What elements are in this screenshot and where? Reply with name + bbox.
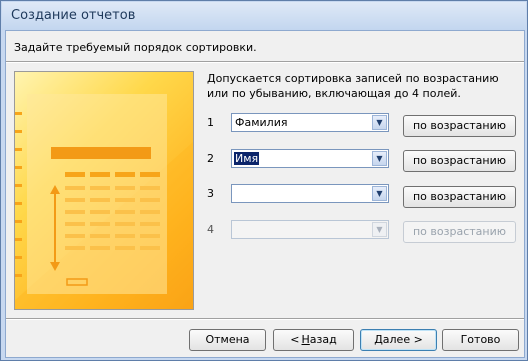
sort-field-combo-4[interactable]: ▼ [231, 220, 389, 239]
sort-field-combo-3[interactable]: ▼ [231, 184, 389, 203]
finish-button[interactable]: Готово [442, 329, 519, 351]
report-illustration [14, 71, 194, 310]
sort-order-button-4[interactable]: по возрастанию [403, 221, 516, 243]
sort-row-number-4: 4 [207, 223, 214, 236]
cancel-button[interactable]: Отмена [189, 329, 266, 351]
back-label: азад [309, 333, 337, 346]
chevron-down-icon[interactable]: ▼ [372, 186, 387, 201]
sort-field-value-1: Фамилия [235, 116, 288, 129]
sort-order-button-1[interactable]: по возрастанию [403, 115, 516, 137]
next-mnemonic: Д [374, 333, 383, 346]
back-mnemonic: Н [301, 333, 310, 346]
next-arrow: > [413, 333, 423, 346]
sort-row-number-1: 1 [207, 116, 214, 129]
sort-row-number-3: 3 [207, 187, 214, 200]
header-divider [6, 61, 524, 63]
footer-divider [6, 318, 524, 320]
chevron-down-icon[interactable]: ▼ [372, 115, 387, 130]
wizard-body: Задайте требуемый порядок сортировки. До… [5, 30, 525, 358]
sort-field-value-2: Имя [234, 152, 260, 165]
next-button[interactable]: Далее > [360, 329, 437, 351]
back-button[interactable]: < Назад [273, 329, 354, 351]
back-arrow: < [290, 333, 300, 346]
sort-field-combo-2[interactable]: Имя ▼ [231, 149, 389, 168]
sort-order-button-2[interactable]: по возрастанию [403, 150, 516, 172]
sort-order-button-3[interactable]: по возрастанию [403, 186, 516, 208]
sort-field-combo-1[interactable]: Фамилия ▼ [231, 113, 389, 132]
title-bar: Создание отчетов [2, 2, 526, 30]
chevron-down-icon[interactable]: ▼ [372, 151, 387, 166]
chevron-down-icon[interactable]: ▼ [372, 222, 387, 237]
wizard-header: Задайте требуемый порядок сортировки. [6, 31, 524, 61]
sort-row-number-2: 2 [207, 152, 214, 165]
sort-description: Допускается сортировка записей по возрас… [207, 72, 499, 100]
header-instruction: Задайте требуемый порядок сортировки. [14, 41, 257, 54]
next-label: алее [382, 333, 411, 346]
window-title: Создание отчетов [11, 8, 136, 23]
report-wizard-window: Создание отчетов Задайте требуемый поряд… [0, 0, 528, 361]
